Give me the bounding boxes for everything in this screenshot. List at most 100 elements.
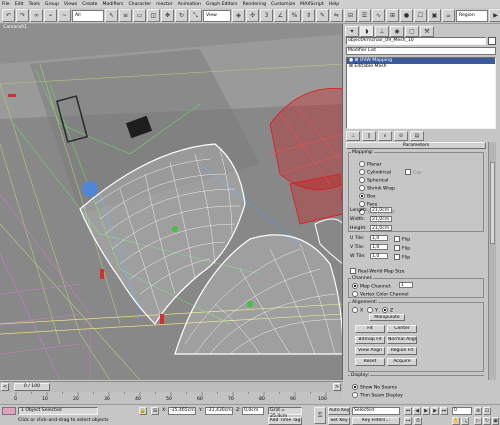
time-slider-thumb[interactable]: 0 / 100	[14, 383, 50, 391]
key-filters-button[interactable]: Key Filters...	[352, 417, 400, 425]
modifier-list-dropdown[interactable]: Modifier List	[346, 47, 496, 55]
fit-button[interactable]: Fit	[355, 325, 385, 333]
reset-button[interactable]: Reset	[355, 358, 385, 366]
align-x-radio[interactable]: X	[352, 307, 363, 314]
radio-icon[interactable]	[359, 201, 365, 207]
radio-icon[interactable]	[352, 307, 358, 313]
unlink-icon[interactable]: ⌁	[44, 9, 57, 22]
checkbox-icon[interactable]	[394, 245, 400, 251]
panel-scrollbar[interactable]	[488, 142, 496, 380]
angle-snap-icon[interactable]: ∠	[274, 9, 287, 22]
zoom-all-icon[interactable]: ⊕	[474, 407, 482, 415]
menu-rendering[interactable]: Rendering	[243, 2, 266, 7]
motion-tab-icon[interactable]: ◉	[390, 26, 404, 37]
menu-character[interactable]: Character	[128, 2, 151, 7]
time-slider[interactable]: < 0 / 100 >	[0, 381, 343, 392]
key-mode-toggle-icon[interactable]: ⊶	[404, 417, 412, 425]
menu-animation[interactable]: Animation	[178, 2, 201, 7]
radio-selected-icon[interactable]	[382, 307, 388, 313]
orbit-icon[interactable]: ↻	[483, 417, 491, 425]
modify-tab-icon[interactable]: ◗	[360, 26, 374, 37]
pivot-center-icon[interactable]: ◈	[232, 9, 245, 22]
v-tile-field[interactable]: 1,0	[370, 244, 388, 250]
mirror-icon[interactable]: ⇋	[330, 9, 343, 22]
radio-selected-icon[interactable]	[352, 283, 358, 289]
set-key-icon[interactable]: ⚿	[314, 407, 326, 424]
v-flip-checkbox[interactable]: Flip	[394, 245, 410, 252]
radio-icon[interactable]	[359, 177, 365, 183]
quick-render-icon[interactable]: ☕	[442, 9, 455, 22]
render-type-dropdown[interactable]: Region	[456, 9, 488, 22]
radio-icon[interactable]	[359, 185, 365, 191]
select-move-icon[interactable]: ✥	[161, 9, 174, 22]
menu-views[interactable]: Views	[64, 2, 77, 7]
select-by-name-icon[interactable]: ≡	[119, 9, 132, 22]
mapping-option[interactable]: Spherical	[359, 177, 388, 184]
reference-coordinate-dropdown[interactable]: View	[203, 9, 231, 22]
length-field[interactable]: 21,0cm	[370, 207, 392, 213]
align-icon[interactable]: ⊟	[344, 9, 357, 22]
prev-frame-icon[interactable]: <	[1, 383, 9, 391]
checkbox-icon[interactable]	[394, 236, 400, 242]
layer-manager-icon[interactable]: ☰	[358, 9, 371, 22]
map-channel-field[interactable]: 1	[399, 282, 413, 288]
align-z-radio[interactable]: Z	[382, 307, 393, 314]
render-scene-icon[interactable]: ▣	[428, 9, 441, 22]
absolute-mode-icon[interactable]: ⊞	[151, 407, 159, 415]
snaps-toggle-icon[interactable]: 3	[260, 9, 273, 22]
play-icon[interactable]: ▶	[422, 407, 430, 415]
pan-icon[interactable]: ✋	[452, 417, 460, 425]
object-name-field[interactable]: objectArmchair_09_Mesh_10	[346, 37, 486, 45]
goto-end-icon[interactable]: ⏭	[440, 407, 448, 415]
show-end-result-icon[interactable]: ‖	[362, 131, 376, 141]
menu-graph-editors[interactable]: Graph Editors	[206, 2, 238, 7]
create-tab-icon[interactable]: ✦	[345, 26, 359, 37]
menu-customize[interactable]: Customize	[271, 2, 295, 7]
radio-icon[interactable]	[352, 291, 358, 297]
radio-icon[interactable]	[359, 169, 365, 175]
menu-modifiers[interactable]: Modifiers	[102, 2, 123, 7]
redo-icon[interactable]: ↷	[16, 9, 29, 22]
map-channel-radio[interactable]: Map Channel:	[352, 283, 392, 290]
radio-selected-icon[interactable]	[359, 193, 365, 199]
menu-tools[interactable]: Tools	[29, 2, 40, 7]
lock-selection-icon[interactable]: 🔒	[139, 407, 147, 415]
hierarchy-tab-icon[interactable]: ⊥	[375, 26, 389, 37]
maximize-viewport-icon[interactable]: ▣	[492, 417, 499, 425]
checkbox-icon[interactable]	[405, 169, 411, 175]
next-key-icon[interactable]: ▶	[431, 407, 439, 415]
named-selection-icon[interactable]: ✎	[316, 9, 329, 22]
selection-filter-dropdown[interactable]: All	[72, 9, 104, 22]
spinner-snap-icon[interactable]: ⇕	[302, 9, 315, 22]
y-coordinate-field[interactable]: -31,430cm	[205, 407, 233, 415]
show-no-seams-radio[interactable]: Show No Seams	[352, 384, 397, 391]
width-field[interactable]: 21,0cm	[370, 216, 392, 222]
render-last-icon[interactable]: ▶	[489, 9, 500, 22]
radio-icon[interactable]	[352, 392, 358, 398]
w-flip-checkbox[interactable]: Flip	[394, 254, 410, 261]
thin-seam-radio[interactable]: Thin Seam Display	[352, 392, 403, 399]
mapping-option[interactable]: Box	[359, 193, 376, 200]
next-frame-icon[interactable]: >	[333, 383, 341, 391]
utilities-tab-icon[interactable]: ⚒	[420, 26, 434, 37]
make-unique-icon[interactable]: ∨	[378, 131, 392, 141]
field-of-view-icon[interactable]: ▷	[474, 417, 482, 425]
set-key-button[interactable]: Set Key	[328, 417, 350, 425]
select-scale-icon[interactable]: ⤡	[189, 9, 202, 22]
schematic-view-icon[interactable]: ⊞	[386, 9, 399, 22]
vertex-color-radio[interactable]: Vertex Color Channel	[352, 291, 409, 298]
stack-item[interactable]: ⊞ Editable Mesh	[347, 64, 495, 70]
remove-modifier-icon[interactable]: ⊘	[394, 131, 408, 141]
menu-edit[interactable]: Edit	[15, 2, 24, 7]
configure-sets-icon[interactable]: ▤	[410, 131, 424, 141]
z-coordinate-field[interactable]: 0,0cm	[242, 407, 264, 415]
checkbox-icon[interactable]	[350, 268, 356, 274]
u-tile-field[interactable]: 1,0	[370, 235, 388, 241]
maxscript-listener-icon[interactable]	[2, 407, 16, 415]
parameters-rollout-header[interactable]: Parameters	[346, 142, 486, 149]
real-world-checkbox[interactable]: Real-World Map Size	[350, 268, 405, 275]
object-color-swatch[interactable]	[488, 37, 496, 45]
x-coordinate-field[interactable]: -15,465cm	[168, 407, 196, 415]
manipulate-icon[interactable]: ✣	[246, 9, 259, 22]
current-frame-field[interactable]: 0	[452, 407, 472, 415]
